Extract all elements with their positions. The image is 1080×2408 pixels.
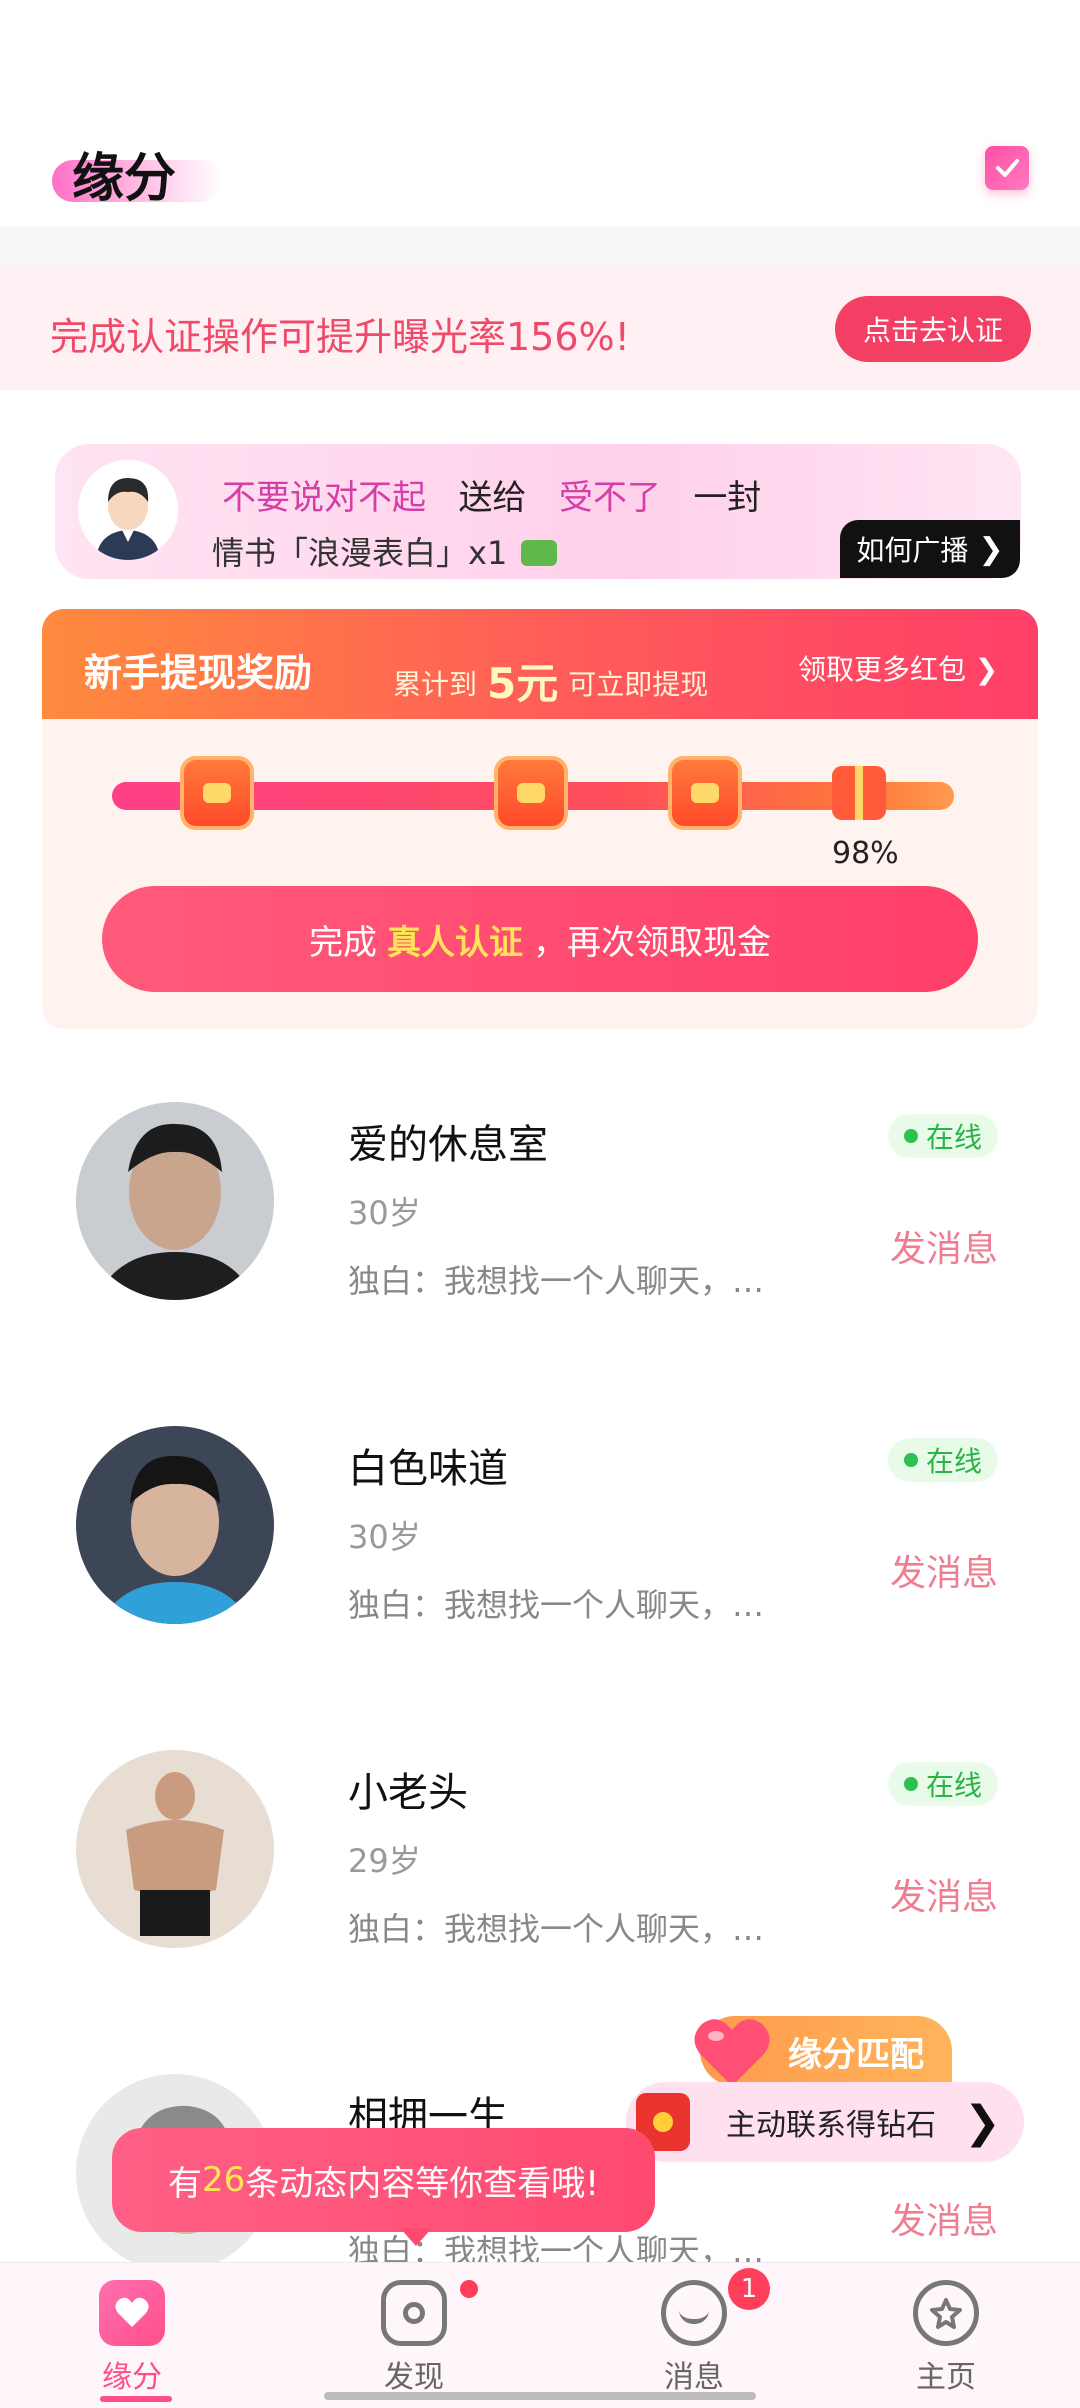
broadcast-quantity: 一封: [693, 478, 762, 518]
user-name: 白色味道: [348, 1446, 508, 1492]
camera-icon: [381, 2280, 447, 2346]
online-badge: 在线: [888, 1438, 998, 1482]
user-monologue: 独白：我想找一个人聊天，…: [348, 1262, 765, 1300]
chevron-right-icon: ❯: [978, 531, 1004, 567]
tab-fate[interactable]: 缘分: [52, 2268, 212, 2398]
user-avatar[interactable]: [76, 1750, 274, 1948]
tab-label: 发现: [384, 2360, 444, 2395]
user-age: 30岁: [348, 1518, 421, 1556]
how-to-broadcast-button[interactable]: 如何广播 ❯: [840, 520, 1020, 578]
tab-profile[interactable]: 主页: [866, 2268, 1026, 2398]
broadcast-verb: 送给: [458, 478, 527, 518]
reward-amount: 5元: [487, 659, 559, 708]
send-message-button[interactable]: 发消息: [890, 2192, 998, 2244]
reward-accum-label: 累计到: [393, 668, 478, 701]
tab-label: 缘分: [102, 2360, 162, 2395]
broadcast-gift: 情书「浪漫表白」x1: [212, 534, 508, 572]
checkin-icon[interactable]: [985, 146, 1029, 190]
send-message-button[interactable]: 发消息: [890, 1220, 998, 1272]
redpacket-chest-icon: [180, 756, 254, 830]
toast-prefix: 有: [168, 2163, 203, 2204]
chevron-right-icon: ❯: [964, 2096, 1001, 2148]
user-monologue: 独白：我想找一个人聊天，…: [348, 1910, 765, 1948]
toast-count: 26: [202, 2160, 246, 2200]
feed-toast[interactable]: 有 26 条动态内容等你查看哦!: [112, 2128, 655, 2232]
real-person-verify-button[interactable]: 完成 真人认证 ，再次领取现金: [102, 886, 978, 992]
cta-prefix: 完成: [309, 922, 377, 963]
new-dot-indicator: [460, 2280, 478, 2298]
gift-box-icon: [832, 766, 886, 820]
more-redpacket-link[interactable]: 领取更多红包 ❯: [798, 648, 998, 688]
verify-banner-text: 完成认证操作可提升曝光率156%!: [50, 315, 630, 359]
camera-lens: [403, 2302, 425, 2324]
online-badge: 在线: [888, 1114, 998, 1158]
online-dot-icon: [903, 1777, 918, 1791]
user-age: 29岁: [348, 1842, 421, 1880]
contact-for-diamonds-button[interactable]: 主动联系得钻石 ❯: [626, 2082, 1024, 2162]
profile-icon: [913, 2280, 979, 2346]
broadcast-avatar: [78, 460, 178, 560]
online-label: 在线: [925, 1121, 982, 1154]
send-message-button[interactable]: 发消息: [890, 1868, 998, 1920]
fate-match-label: 缘分匹配: [788, 2034, 924, 2075]
broadcast-line2: 情书「浪漫表白」x1: [212, 528, 558, 574]
user-monologue: 独白：我想找一个人聊天，…: [348, 1586, 765, 1624]
unread-badge: 1: [728, 2268, 770, 2310]
contact-text: 主动联系得钻石: [726, 2108, 936, 2143]
cta-highlight: 真人认证: [387, 922, 523, 963]
app-screen: 缘分 完成认证操作可提升曝光率156%! 点击去认证 不要说对不起 送给 受不了…: [0, 0, 1080, 2408]
online-dot-icon: [903, 1453, 918, 1467]
reward-title: 新手提现奖励: [84, 651, 313, 695]
user-avatar[interactable]: [76, 1426, 274, 1624]
go-verify-button[interactable]: 点击去认证: [835, 296, 1031, 362]
toast-suffix: 条动态内容等你查看哦!: [245, 2163, 599, 2204]
reward-summary: 累计到 5元 可立即提现: [393, 650, 708, 711]
user-avatar[interactable]: [76, 1102, 274, 1300]
online-badge: 在线: [888, 1762, 998, 1806]
how-to-broadcast-label: 如何广播: [856, 534, 969, 567]
broadcast-line1: 不要说对不起 送给 受不了 一封: [222, 470, 761, 519]
user-name: 爱的休息室: [348, 1122, 548, 1168]
broadcast-receiver: 受不了: [558, 478, 661, 518]
broadcast-sender: 不要说对不起: [222, 478, 426, 518]
home-heart-icon: [99, 2280, 165, 2346]
active-tab-indicator: [100, 2396, 172, 2402]
send-message-button[interactable]: 发消息: [890, 1544, 998, 1596]
reward-withdraw-label: 可立即提现: [568, 668, 709, 701]
redpacket-chest-icon: [668, 756, 742, 830]
chat-icon: [661, 2280, 727, 2346]
reward-progress-label: 98%: [832, 836, 899, 871]
user-name: 小老头: [348, 1770, 468, 1816]
user-age: 30岁: [348, 1194, 421, 1232]
toast-pointer: [400, 2228, 432, 2246]
online-label: 在线: [925, 1769, 982, 1802]
more-redpacket-label: 领取更多红包: [798, 653, 967, 686]
online-dot-icon: [903, 1129, 918, 1143]
chevron-right-icon: ❯: [974, 653, 999, 686]
header-divider: [0, 226, 1080, 266]
page-title: 缘分: [72, 149, 177, 209]
tab-label: 消息: [664, 2360, 724, 2395]
redpacket-chest-icon: [494, 756, 568, 830]
chat-smile: [679, 2310, 709, 2324]
gift-icon: [521, 540, 558, 566]
online-label: 在线: [925, 1445, 982, 1478]
cta-suffix: ，再次领取现金: [533, 922, 771, 963]
tab-label: 主页: [916, 2360, 976, 2395]
home-indicator: [324, 2392, 756, 2400]
